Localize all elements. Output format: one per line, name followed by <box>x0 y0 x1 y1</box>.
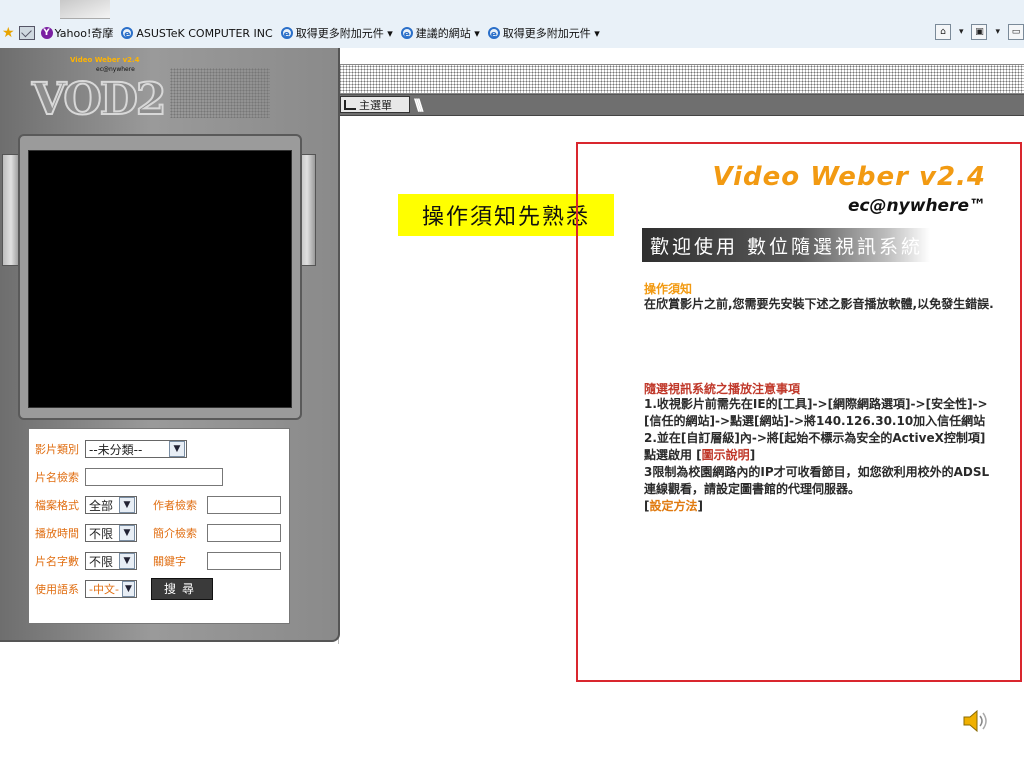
favorite-addons-1[interactable]: e 取得更多附加元件 ▾ <box>280 25 393 41</box>
vod-note-2-end: ] <box>749 448 756 462</box>
menu-icon <box>344 99 356 110</box>
feeds-icon[interactable]: ▣ <box>971 24 988 40</box>
notice-text: 在欣賞影片之前,您需要先安裝下述之影音播放軟體,以免發生錯誤. <box>644 297 994 311</box>
feeds-dropdown-icon[interactable]: ▾ <box>995 27 1000 37</box>
favorite-label: Yahoo!奇摩 <box>54 27 114 40</box>
author-search-label: 作者檢索 <box>153 499 197 512</box>
favorite-addons-2[interactable]: e 取得更多附加元件 ▾ <box>487 25 600 41</box>
duration-value: 不限 <box>89 526 114 541</box>
category-label: 影片類別 <box>35 443 79 456</box>
keyword-label: 關鍵字 <box>153 555 186 568</box>
notice-title: 操作須知 <box>644 282 693 296</box>
logo-mark: VOD2 <box>31 73 167 126</box>
category-value: --未分類-- <box>89 442 143 457</box>
welcome-banner: 歡迎使用 數位隨選視訊系統 <box>642 228 930 262</box>
print-icon[interactable]: ▭ <box>1008 24 1024 40</box>
title-search-label: 片名檢索 <box>35 471 79 484</box>
format-select[interactable]: 全部 ▼ <box>85 496 137 514</box>
intro-search-input[interactable] <box>207 524 281 542</box>
yahoo-icon: Y <box>40 27 53 39</box>
language-select[interactable]: -中文- ▼ <box>85 580 137 598</box>
favorite-asus[interactable]: e ASUSTeK COMPUTER INC <box>121 26 273 40</box>
home-icon[interactable]: ⌂ <box>934 24 951 40</box>
favorite-label: ASUSTeK COMPUTER INC <box>136 26 273 40</box>
language-row: 使用語系 -中文- ▼ 搜尋 <box>35 578 213 600</box>
brand-title: Video Weber v2.4 <box>712 162 986 192</box>
search-form: 影片類別 --未分類-- ▼ 片名檢索 檔案格式 全部 ▼ 作者檢索 播放時間 … <box>28 428 290 624</box>
format-label: 檔案格式 <box>35 499 79 512</box>
command-bar: ⌂ ▾ ▣ ▾ ▭ <box>934 24 1024 40</box>
setup-method-link[interactable]: 設定方法 <box>649 499 697 513</box>
favorite-label: 取得更多附加元件 ▾ <box>502 27 600 40</box>
duration-row: 播放時間 不限 ▼ 簡介檢索 <box>35 523 281 543</box>
vod-note-2: 2.並在[自訂層級]內->將[起始不標示為安全的ActiveX控制項]點選啟用 … <box>644 430 994 464</box>
title-chars-value: 不限 <box>89 554 114 569</box>
favorite-label: 取得更多附加元件 ▾ <box>295 27 393 40</box>
illustration-link[interactable]: 圖示說明 <box>702 448 750 462</box>
favorites-bar: ★ Y Yahoo!奇摩 e ASUSTeK COMPUTER INC e 取得… <box>0 0 1024 48</box>
author-search-input[interactable] <box>207 496 281 514</box>
category-row: 影片類別 --未分類-- ▼ <box>35 439 187 459</box>
chevron-down-icon: ▼ <box>119 497 135 513</box>
brand-subtitle: ec@nywhere™ <box>847 196 986 216</box>
ie-icon: e <box>121 27 134 40</box>
setup-line: [設定方法] <box>644 498 994 515</box>
favorite-suggested-sites[interactable]: e 建議的網站 ▾ <box>400 25 480 41</box>
logo-version-text: Video Weber v2.4 <box>70 56 140 64</box>
ie-icon: e <box>400 27 413 40</box>
dotted-texture <box>170 68 270 118</box>
main-menu-label: 主選單 <box>359 98 392 112</box>
ie-icon: e <box>280 27 293 40</box>
player-panel: Video Weber v2.4 ec@nywhere VOD2 影片類別 --… <box>0 48 340 642</box>
home-dropdown-icon[interactable]: ▾ <box>959 27 964 37</box>
title-search-row: 片名檢索 <box>35 467 223 487</box>
language-label: 使用語系 <box>35 583 79 596</box>
menu-bar: 主選單 \\\ <box>338 94 1024 116</box>
vod-notes: 1.收視影片前需先在IE的[工具]->[網際網路選項]->[安全性]->[信任的… <box>644 396 994 515</box>
video-monitor <box>18 134 302 420</box>
title-chars-label: 片名字數 <box>35 555 79 568</box>
vod-note-2-text: 2.並在[自訂層級]內->將[起始不標示為安全的ActiveX控制項]點選啟用 … <box>644 431 986 462</box>
chevron-down-icon: ▼ <box>119 525 135 541</box>
speaker-icon[interactable] <box>960 706 990 736</box>
chevron-down-icon: ▼ <box>119 553 135 569</box>
format-value: 全部 <box>89 498 114 513</box>
favorites-row: ★ Y Yahoo!奇摩 e ASUSTeK COMPUTER INC e 取得… <box>0 22 1024 44</box>
search-button[interactable]: 搜尋 <box>151 578 213 600</box>
chevron-down-icon: ▼ <box>169 441 185 457</box>
logo-brand-text: ec@nywhere <box>96 66 135 73</box>
intro-search-label: 簡介檢索 <box>153 527 197 540</box>
ie-icon: e <box>487 27 500 40</box>
favorite-label: 建議的網站 ▾ <box>415 27 480 40</box>
title-chars-select[interactable]: 不限 ▼ <box>85 552 137 570</box>
favorites-star-icon[interactable]: ★ <box>2 25 15 41</box>
slash-decoration: \\\ <box>414 95 423 114</box>
keyword-input[interactable] <box>207 552 281 570</box>
vod-note-3: 3限制為校園網路內的IP才可收看節目，如您欲利用校外的ADSL連線觀看，請設定圖… <box>644 465 990 496</box>
favorite-yahoo[interactable]: Y Yahoo!奇摩 <box>40 25 114 41</box>
duration-label: 播放時間 <box>35 527 79 540</box>
chevron-down-icon: ▼ <box>121 581 135 597</box>
video-screen[interactable] <box>28 150 292 408</box>
vod-note-1: 1.收視影片前需先在IE的[工具]->[網際網路選項]->[安全性]->[信任的… <box>644 397 988 428</box>
category-select[interactable]: --未分類-- ▼ <box>85 440 187 458</box>
title-search-input[interactable] <box>85 468 223 486</box>
mail-icon[interactable] <box>18 26 35 40</box>
title-chars-row: 片名字數 不限 ▼ 關鍵字 <box>35 551 281 571</box>
dotted-frame <box>272 64 1024 94</box>
welcome-panel: Video Weber v2.4 ec@nywhere™ 歡迎使用 數位隨選視訊… <box>576 142 1022 682</box>
main-menu-tab[interactable]: 主選單 <box>340 96 410 113</box>
duration-select[interactable]: 不限 ▼ <box>85 524 137 542</box>
vod-notes-title: 隨選視訊系統之播放注意事項 <box>644 382 801 396</box>
vod-logo: Video Weber v2.4 ec@nywhere VOD2 <box>26 56 167 126</box>
setup-suffix: ] <box>697 499 703 513</box>
tab-decoration <box>60 0 110 19</box>
top-strip: 主選單 \\\ <box>272 64 1024 116</box>
language-value: -中文- <box>89 583 119 596</box>
format-row: 檔案格式 全部 ▼ 作者檢索 <box>35 495 281 515</box>
